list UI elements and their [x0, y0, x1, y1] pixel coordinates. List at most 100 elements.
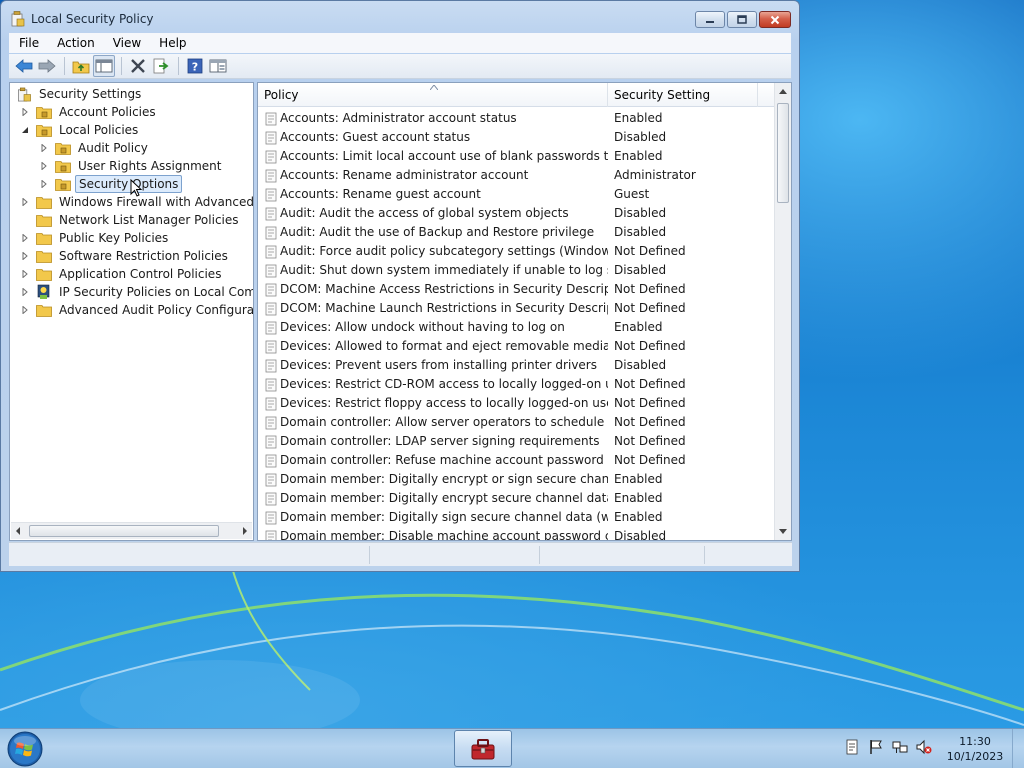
policy-name: Audit: Audit the access of global system…: [280, 206, 569, 220]
policy-setting: Not Defined: [614, 415, 686, 429]
network-icon[interactable]: [892, 739, 908, 755]
policy-name: Devices: Allowed to format and eject rem…: [280, 339, 608, 353]
policy-row[interactable]: Domain controller: LDAP server signing r…: [258, 432, 775, 451]
status-divider: [539, 546, 540, 564]
tree-item-security-settings[interactable]: Security Settings: [16, 85, 144, 103]
scroll-up-icon[interactable]: [779, 88, 787, 94]
menu-view[interactable]: View: [103, 36, 149, 50]
policy-list-view[interactable]: Policy Security Setting Accounts: Admini…: [257, 82, 792, 541]
tree-item-account-policies[interactable]: Account Policies: [20, 103, 159, 121]
policy-row[interactable]: Devices: Prevent users from installing p…: [258, 356, 775, 375]
tree-item-user-rights-assignment[interactable]: User Rights Assignment: [39, 157, 224, 175]
expand-arrow-icon[interactable]: [20, 305, 30, 315]
policy-setting: Not Defined: [614, 339, 686, 353]
policy-row[interactable]: Domain member: Digitally sign secure cha…: [258, 508, 775, 527]
expand-arrow-icon[interactable]: [20, 251, 30, 261]
tray-notes-icon[interactable]: [844, 739, 860, 755]
policy-name: Domain member: Digitally sign secure cha…: [280, 510, 608, 524]
expand-arrow-icon[interactable]: [20, 269, 30, 279]
policy-row[interactable]: Domain member: Digitally encrypt or sign…: [258, 470, 775, 489]
policy-row[interactable]: Domain member: Disable machine account p…: [258, 527, 775, 540]
tree-item-security-options[interactable]: Security Options: [39, 175, 183, 193]
tree-item-public-key[interactable]: Public Key Policies: [20, 229, 171, 247]
help-button[interactable]: ?: [184, 55, 206, 77]
expand-arrow-icon[interactable]: [39, 179, 49, 189]
policy-setting: Guest: [614, 187, 650, 201]
scroll-down-icon[interactable]: [779, 529, 787, 535]
tree-item-audit-policy[interactable]: Audit Policy: [39, 139, 151, 157]
console-tree[interactable]: Security Settings Account Policies Local…: [9, 82, 254, 541]
export-list-button[interactable]: [150, 55, 172, 77]
tree-item-network-list[interactable]: Network List Manager Policies: [36, 211, 242, 229]
tree-item-software-restriction[interactable]: Software Restriction Policies: [20, 247, 231, 265]
expand-arrow-icon[interactable]: [20, 197, 30, 207]
properties-button[interactable]: [207, 55, 229, 77]
volume-muted-icon[interactable]: [916, 739, 932, 755]
tree-item-ip-security[interactable]: IP Security Policies on Local Computer: [20, 283, 253, 301]
column-header-label: Policy: [264, 88, 299, 102]
column-header-policy[interactable]: Policy: [258, 83, 608, 107]
delete-button[interactable]: [127, 55, 149, 77]
menu-file[interactable]: File: [9, 36, 47, 50]
policy-row[interactable]: Devices: Restrict CD-ROM access to local…: [258, 375, 775, 394]
expand-arrow-icon[interactable]: [20, 107, 30, 117]
scroll-left-icon[interactable]: [15, 527, 21, 535]
folder-lock-icon: [55, 142, 71, 155]
policy-row[interactable]: Accounts: Guest account status Disabled: [258, 128, 775, 147]
maximize-button[interactable]: [727, 11, 757, 28]
menu-action[interactable]: Action: [47, 36, 103, 50]
list-vertical-scrollbar[interactable]: [774, 83, 791, 540]
collapse-arrow-icon[interactable]: [20, 125, 30, 135]
title-bar[interactable]: Local Security Policy: [1, 1, 799, 33]
back-button[interactable]: [13, 55, 35, 77]
policy-row[interactable]: Domain member: Digitally encrypt secure …: [258, 489, 775, 508]
policy-row[interactable]: Audit: Shut down system immediately if u…: [258, 261, 775, 280]
policy-setting: Disabled: [614, 263, 667, 277]
policy-row[interactable]: Devices: Allow undock without having to …: [258, 318, 775, 337]
policy-row[interactable]: Domain controller: Refuse machine accoun…: [258, 451, 775, 470]
policy-row[interactable]: Audit: Audit the access of global system…: [258, 204, 775, 223]
menu-help[interactable]: Help: [149, 36, 194, 50]
policy-row[interactable]: Audit: Force audit policy subcategory se…: [258, 242, 775, 261]
policy-document-icon: [265, 511, 277, 525]
taskbar-clock[interactable]: 11:30 10/1/2023: [940, 734, 1010, 764]
expand-arrow-icon[interactable]: [20, 233, 30, 243]
scroll-right-icon[interactable]: [242, 527, 248, 535]
security-policy-app-icon: [11, 11, 25, 27]
policy-row[interactable]: Domain controller: Allow server operator…: [258, 413, 775, 432]
policy-row[interactable]: Accounts: Rename guest account Guest: [258, 185, 775, 204]
policy-row[interactable]: DCOM: Machine Access Restrictions in Sec…: [258, 280, 775, 299]
window-title: Local Security Policy: [31, 12, 154, 26]
close-button[interactable]: [759, 11, 791, 28]
tree-item-local-policies[interactable]: Local Policies: [20, 121, 141, 139]
up-one-level-button[interactable]: [70, 55, 92, 77]
policy-document-icon: [265, 169, 277, 183]
policy-row[interactable]: Accounts: Administrator account status En…: [258, 109, 775, 128]
svg-text:?: ?: [192, 61, 198, 74]
action-center-flag-icon[interactable]: [868, 739, 884, 755]
show-desktop-button[interactable]: [1012, 729, 1024, 768]
policy-row[interactable]: Devices: Restrict floppy access to local…: [258, 394, 775, 413]
policy-row[interactable]: Accounts: Rename administrator account Ad…: [258, 166, 775, 185]
expand-arrow-icon[interactable]: [39, 161, 49, 171]
show-hide-console-tree-button[interactable]: [93, 55, 115, 77]
policy-row[interactable]: Audit: Audit the use of Backup and Resto…: [258, 223, 775, 242]
forward-button[interactable]: [36, 55, 58, 77]
horizontal-scroll-thumb[interactable]: [29, 525, 219, 537]
start-button[interactable]: [5, 730, 45, 768]
tree-item-advanced-audit[interactable]: Advanced Audit Policy Configuration: [20, 301, 253, 319]
expand-arrow-icon[interactable]: [39, 143, 49, 153]
taskbar-local-security-policy[interactable]: [454, 730, 512, 767]
policy-name: Audit: Audit the use of Backup and Resto…: [280, 225, 595, 239]
policy-row[interactable]: Accounts: Limit local account use of bla…: [258, 147, 775, 166]
tree-item-application-control[interactable]: Application Control Policies: [20, 265, 224, 283]
policy-row[interactable]: Devices: Allowed to format and eject rem…: [258, 337, 775, 356]
vertical-scroll-thumb[interactable]: [777, 103, 789, 203]
policy-rows: Accounts: Administrator account status En…: [258, 109, 775, 540]
expand-arrow-icon[interactable]: [20, 287, 30, 297]
policy-row[interactable]: DCOM: Machine Launch Restrictions in Sec…: [258, 299, 775, 318]
column-header-security-setting[interactable]: Security Setting: [608, 83, 758, 107]
tree-horizontal-scrollbar[interactable]: [11, 522, 252, 539]
policy-name: Domain controller: Refuse machine accoun…: [280, 453, 608, 467]
minimize-button[interactable]: [695, 11, 725, 28]
